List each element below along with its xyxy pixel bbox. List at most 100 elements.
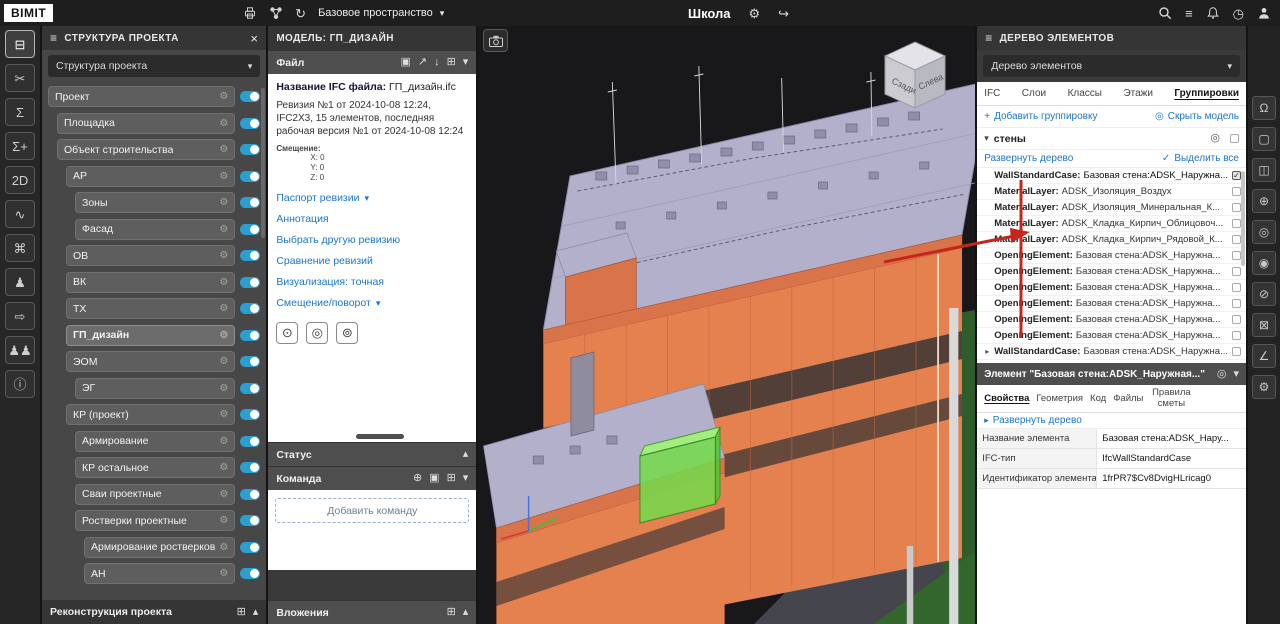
gear-icon[interactable]: ⚙ (219, 250, 228, 261)
row-checkbox[interactable] (1232, 203, 1241, 212)
add-box-icon[interactable]: ⊞ (447, 607, 456, 618)
visibility-toggle[interactable] (240, 462, 260, 473)
elements-tab[interactable]: Слои (1022, 88, 1046, 99)
structure-node[interactable]: ТХ ⚙ (66, 298, 235, 319)
visibility-toggle[interactable] (240, 383, 260, 394)
eye-icon[interactable]: ◎ (1210, 133, 1220, 144)
gear-icon[interactable]: ⚙ (219, 171, 228, 182)
row-checkbox[interactable] (1232, 299, 1241, 308)
team-section-header[interactable]: Команда ⊕▣⊞▾ (268, 466, 476, 490)
element-details-header[interactable]: Элемент "Базовая стена:ADSK_Наружная..."… (977, 363, 1246, 385)
chevron-down-icon[interactable]: ▾ (1233, 369, 1239, 380)
element-tree-row[interactable]: OpeningElement: Базовая стена:ADSK_Наруж… (977, 312, 1246, 328)
element-tree-row[interactable]: OpeningElement: Базовая стена:ADSK_Наруж… (977, 280, 1246, 296)
hide-model-link[interactable]: ◎ Скрыть модель (1155, 111, 1239, 122)
visibility-toggle[interactable] (240, 330, 260, 341)
history-icon[interactable]: ↻ (295, 7, 306, 20)
structure-node[interactable]: ЭОМ ⚙ (66, 351, 235, 372)
structure-node[interactable]: КР остальное ⚙ (75, 457, 235, 478)
open-external-icon[interactable]: ↗ (418, 57, 427, 68)
structure-node[interactable]: КР (проект) ⚙ (66, 404, 235, 425)
file-action-link[interactable]: Выбрать другую ревизию (276, 234, 468, 246)
details-tab[interactable]: Файлы (1113, 393, 1143, 404)
element-tree-row[interactable]: MaterialLayer: ADSK_Изоляция_Воздух (977, 184, 1246, 200)
structure-node[interactable]: Сваи проектные ⚙ (75, 484, 235, 505)
gear-icon[interactable]: ⚙ (219, 436, 228, 447)
element-tree-row[interactable]: MaterialLayer: ADSK_Кладка_Кирпич_Облицо… (977, 216, 1246, 232)
menu-list-icon[interactable]: ≡ (1185, 7, 1193, 20)
visibility-toggle[interactable] (240, 118, 260, 129)
select-lasso-icon[interactable]: ⊚ (336, 322, 358, 344)
gear-icon[interactable]: ⚙ (749, 7, 761, 20)
file-action-link[interactable]: Смещение/поворот ▾ (276, 297, 468, 309)
profile-icon[interactable] (1257, 6, 1271, 20)
row-checkbox[interactable] (1232, 283, 1241, 292)
details-tab[interactable]: Свойства (984, 393, 1029, 404)
collapse-icon[interactable]: ▴ (463, 449, 469, 460)
status-section-header[interactable]: Статус ▴ (268, 442, 476, 466)
add-team-button[interactable]: Добавить команду (275, 498, 469, 523)
focus-icon[interactable]: ◎ (1252, 220, 1276, 244)
gear-icon[interactable]: ⚙ (219, 118, 228, 129)
visibility-toggle[interactable] (240, 303, 260, 314)
property-value[interactable]: IfcWallStandardCase (1097, 449, 1246, 468)
visibility-toggle[interactable] (240, 171, 260, 182)
viewport-3d[interactable]: Сзади Слева (478, 26, 975, 624)
gear-icon[interactable]: ⚙ (219, 197, 228, 208)
visibility-toggle[interactable] (240, 356, 260, 367)
structure-node[interactable]: ГП_дизайн ⚙ (66, 325, 235, 346)
structure-node[interactable]: ЭГ ⚙ (75, 378, 235, 399)
element-tree-row[interactable]: MaterialLayer: ADSK_Кладка_Кирпич_Рядово… (977, 232, 1246, 248)
gear-icon[interactable]: ⚙ (219, 144, 228, 155)
snapshot-icon[interactable]: ▣ (400, 57, 410, 68)
add-member-icon[interactable]: ⊕ (413, 473, 422, 484)
select-all-link[interactable]: ✓ Выделить все (1162, 153, 1239, 164)
collapse-icon[interactable]: ▴ (463, 607, 469, 618)
structure-node[interactable]: Армирование ростверков ⚙ (84, 537, 235, 558)
details-tab[interactable]: Геометрия (1036, 393, 1083, 404)
gear-icon[interactable]: ⚙ (219, 515, 228, 526)
print-icon[interactable] (243, 6, 257, 20)
split-view-icon[interactable]: ◫ (1252, 158, 1276, 182)
group-checkbox[interactable] (1230, 134, 1239, 143)
search-icon[interactable] (1158, 6, 1172, 20)
eye-icon[interactable]: ◎ (1217, 369, 1227, 380)
select-frame-icon[interactable]: ◎ (306, 322, 328, 344)
row-checkbox[interactable] (1232, 187, 1241, 196)
row-checkbox[interactable] (1232, 219, 1241, 228)
navigation-cube[interactable]: Сзади Слева (879, 38, 951, 114)
structure-node[interactable]: ОВ ⚙ (66, 245, 235, 266)
hamburger-icon[interactable]: ≡ (50, 31, 57, 45)
select-single-icon[interactable]: ⊙ (276, 322, 298, 344)
camera-icon[interactable] (483, 29, 508, 52)
element-tree-row[interactable]: OpeningElement: Базовая стена:ADSK_Наруж… (977, 264, 1246, 280)
view-2d-icon[interactable]: 2D (5, 166, 35, 194)
gear-icon[interactable]: ⚙ (219, 303, 228, 314)
elements-tab[interactable]: Группировки (1174, 88, 1239, 99)
scrollbar[interactable] (261, 88, 265, 238)
horizontal-scrollbar[interactable] (356, 434, 404, 439)
hide-element-icon[interactable]: ⊘ (1252, 282, 1276, 306)
attachments-section-header[interactable]: Вложения ⊞▴ (268, 600, 476, 624)
structure-selector[interactable]: Структура проекта ▾ (48, 55, 260, 77)
property-value[interactable]: 1frPR7$Cv8DvigHLricag0 (1097, 469, 1246, 488)
structure-footer[interactable]: Реконструкция проекта ⊞▴ (42, 600, 266, 624)
element-tree-row[interactable]: ▸ WallStandardCase: Базовая стена:ADSK_Н… (977, 360, 1246, 363)
elements-tab[interactable]: Классы (1068, 88, 1102, 99)
visibility-toggle[interactable] (240, 436, 260, 447)
structure-node[interactable]: ВК ⚙ (66, 272, 235, 293)
expand-arrow-icon[interactable]: ▸ (985, 347, 994, 356)
file-action-link[interactable]: Паспорт ревизии ▾ (276, 192, 468, 204)
download-icon[interactable]: ↓ (434, 57, 440, 68)
gear-icon[interactable]: ⚙ (219, 356, 228, 367)
visibility-toggle[interactable] (240, 250, 260, 261)
gear-icon[interactable]: ⚙ (219, 409, 228, 420)
workspace-selector[interactable]: Базовое пространство ▾ (318, 7, 444, 19)
magnet-icon[interactable]: Ω (1252, 96, 1276, 120)
structure-node[interactable]: Площадка ⚙ (57, 113, 235, 134)
measure-icon[interactable]: ∠ (1252, 344, 1276, 368)
elements-selector[interactable]: Дерево элементов ▾ (983, 55, 1240, 77)
settings-icon[interactable]: ⚙ (1252, 375, 1276, 399)
row-checkbox[interactable] (1232, 315, 1241, 324)
element-tree-row[interactable]: MaterialLayer: ADSK_Изоляция_Минеральная… (977, 200, 1246, 216)
